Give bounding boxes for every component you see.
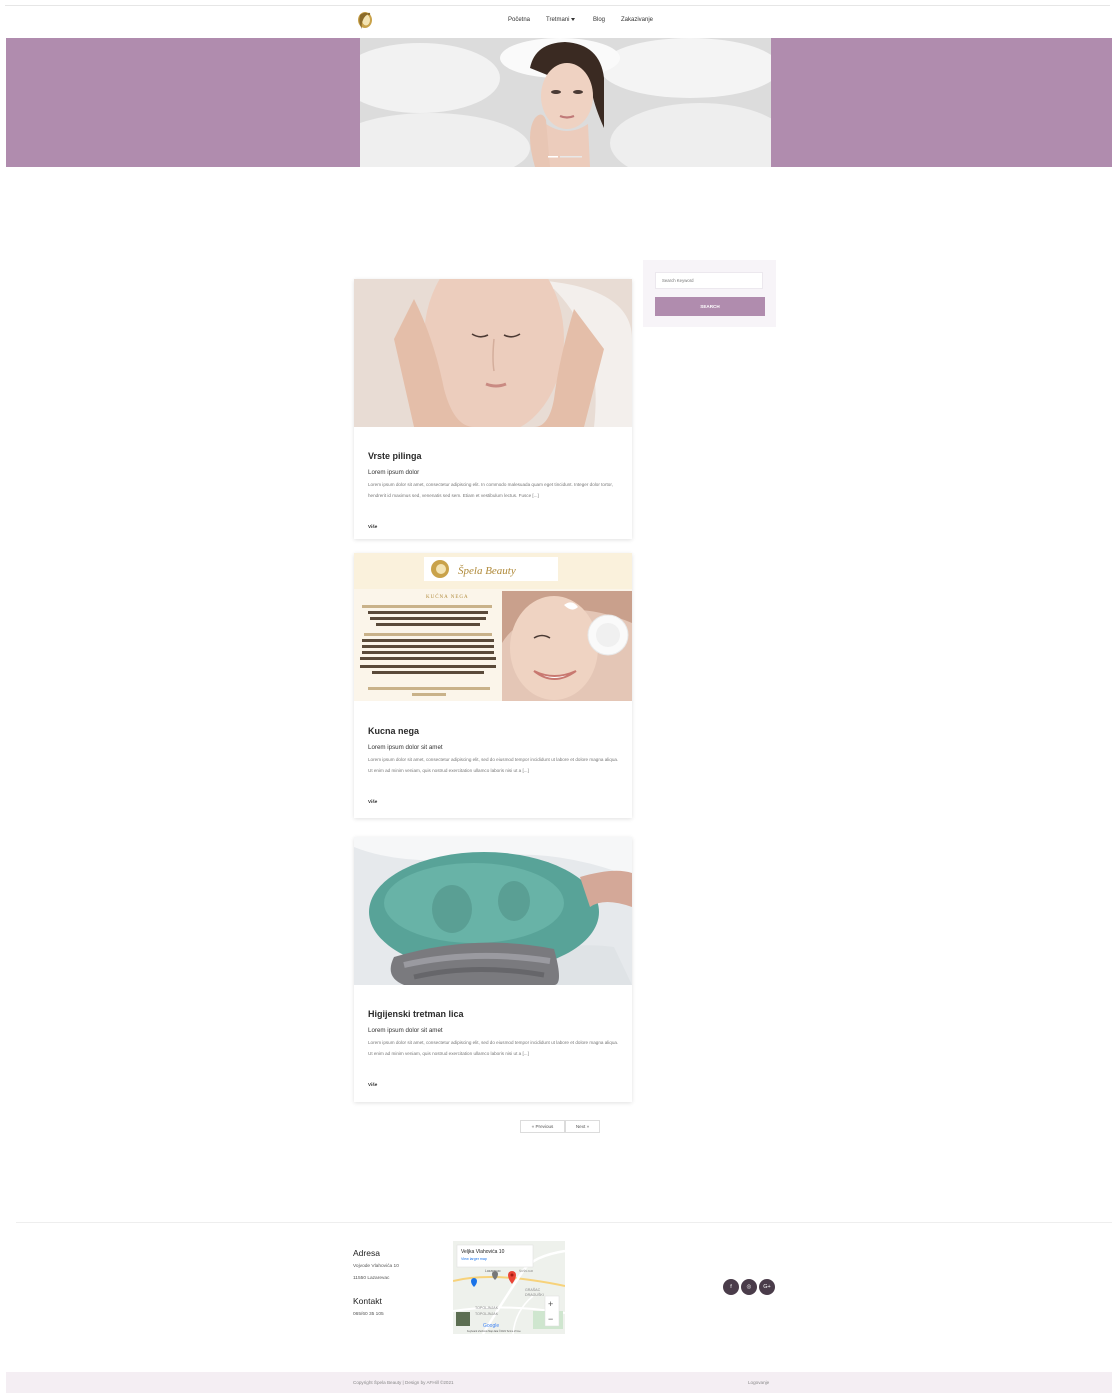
post-title[interactable]: Kucna nega [368,726,419,736]
phone-number: 065/60 35 105 [353,1312,384,1317]
google-plus-icon[interactable]: G+ [759,1279,775,1295]
logo-icon[interactable] [356,11,374,31]
previous-page-button[interactable]: « Previous [520,1120,565,1133]
nav-zakazivanje[interactable]: Zakazivanje [621,17,653,23]
google-logo: Google [483,1323,499,1329]
post-subtitle: Lorem ipsum dolor sit amet [368,1027,443,1034]
search-input[interactable] [655,272,763,289]
map-larger-link[interactable]: View larger map [461,1257,487,1261]
post-image[interactable] [354,837,632,985]
read-more-link[interactable]: Više [368,524,377,529]
post-excerpt: Lorem ipsum dolor sit amet, consectetur … [368,757,619,773]
post-image[interactable] [354,279,632,427]
map-label: ŠUŠNJAR [519,1268,534,1273]
search-widget: SEARCH [643,260,776,327]
hero-image [360,38,771,167]
address-heading: Adresa [353,1248,380,1258]
instagram-icon[interactable]: ◎ [741,1279,757,1295]
post-title[interactable]: Higijenski tretman lica [368,1009,464,1019]
login-link[interactable]: Logovanje [748,1380,769,1385]
nav-blog[interactable]: Blog [593,17,605,23]
blog-post-card: Higijenski tretman lica Lorem ipsum dolo… [354,837,632,1102]
contact-heading: Kontakt [353,1296,382,1306]
blog-post-card: Špela Beauty KUĆNA NEGA Kucna nega Lorem… [354,553,632,818]
address-line: 11550 Lazarevac [353,1276,390,1281]
map-label: TOPOLJNJAK [475,1306,499,1310]
nav-tretmani-label: Tretmani [546,17,570,23]
bottom-bar: Copyright Špela Beauty | Design by AFHil… [6,1372,1112,1393]
facebook-icon[interactable]: f [723,1279,739,1295]
chevron-down-icon [571,17,576,21]
post-subtitle: Lorem ipsum dolor sit amet [368,744,443,751]
blog-post-card: Vrste pilinga Lorem ipsum dolor Lorem ip… [354,279,632,539]
map-credits: Keyboard shortcuts Map data ©2021 Terms … [467,1330,521,1333]
read-more-link[interactable]: Više [368,799,377,804]
map-place-name: Veljka Vlahovića 10 [461,1249,505,1255]
post-image[interactable]: Špela Beauty KUĆNA NEGA [354,553,632,701]
nav-pocetna[interactable]: Početna [508,17,530,23]
read-more-link[interactable]: Više [368,1082,377,1087]
map-label: TOPOLJNJAK [475,1312,499,1316]
post-subtitle: Lorem ipsum dolor [368,469,420,476]
brand-text: Špela Beauty [458,565,516,577]
address-line: Vojvode Vlahovića 10 [353,1264,399,1269]
map-label: GRAŠAC [525,1287,541,1292]
header-divider [5,5,1110,6]
post-excerpt: Lorem ipsum dolor sit amet, consectetur … [368,1040,619,1056]
copyright-text: Copyright Špela Beauty | Design by AFHil… [353,1380,454,1385]
search-button[interactable]: SEARCH [655,297,765,316]
location-map[interactable]: Veljka Vlahovića 10 View larger map Laza… [453,1241,565,1334]
zoom-in-button[interactable]: + [548,1299,553,1309]
image-heading: KUĆNA NEGA [426,594,469,600]
next-page-button[interactable]: Next » [565,1120,600,1133]
post-excerpt: Lorem ipsum dolor sit amet, consectetur … [368,482,613,498]
footer-divider [16,1222,1112,1223]
zoom-out-button[interactable]: − [548,1314,553,1324]
map-label: DRAGUŠKI [525,1292,544,1297]
post-title[interactable]: Vrste pilinga [368,451,422,461]
nav-tretmani[interactable]: Tretmani [546,17,576,23]
